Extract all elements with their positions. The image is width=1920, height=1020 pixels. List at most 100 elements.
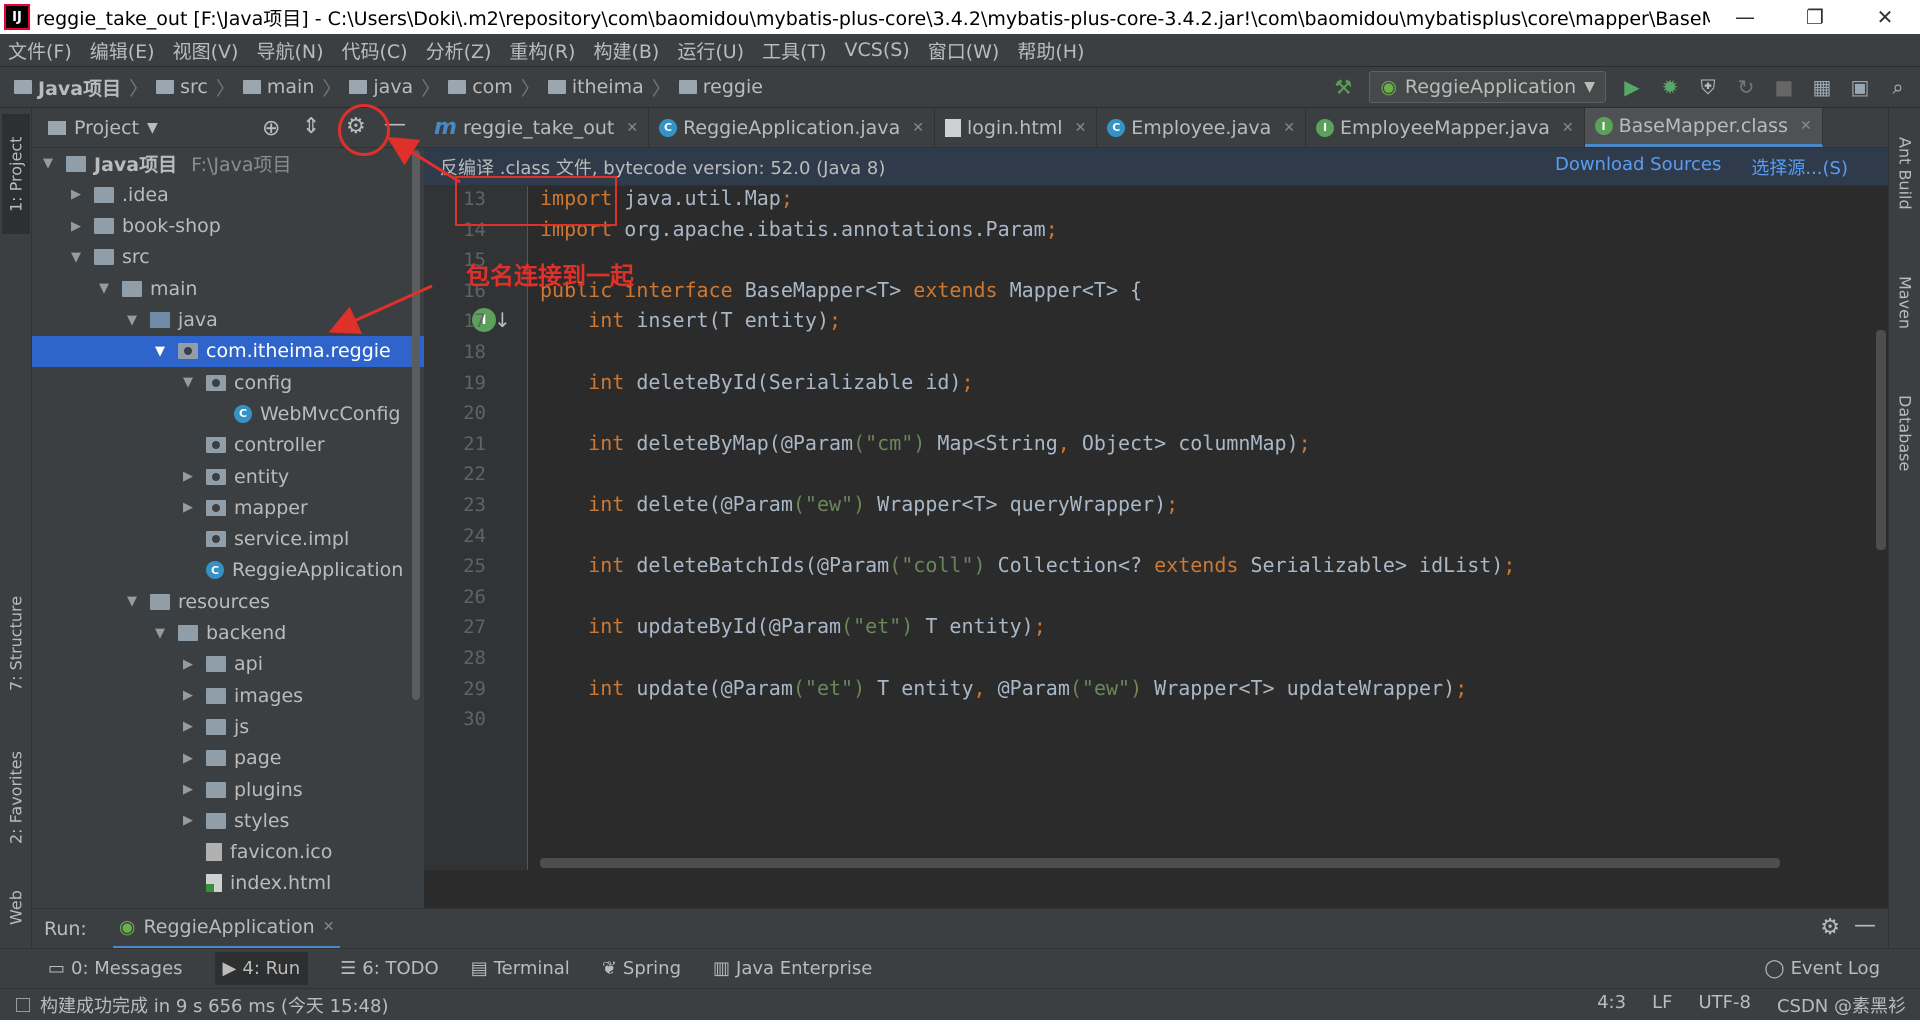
editor-tab[interactable]: I EmployeeMapper.java ✕	[1306, 108, 1585, 147]
breadcrumb-item[interactable]: src 〉	[156, 74, 243, 101]
menu-item[interactable]: 运行(U)	[677, 37, 744, 64]
choose-sources-link[interactable]: 选择源...(S)	[1751, 154, 1848, 180]
editor-vertical-scrollbar[interactable]	[1876, 330, 1886, 550]
run-icon[interactable]: ▶	[1620, 75, 1644, 99]
gear-icon[interactable]: ⚙	[1820, 915, 1840, 940]
close-icon[interactable]: ✕	[323, 919, 335, 935]
close-icon[interactable]: ✕	[1800, 118, 1812, 134]
tree-item[interactable]: ▼ src	[32, 242, 424, 273]
breadcrumb-item[interactable]: Java项目〉	[14, 74, 156, 101]
bottom-tool-tab[interactable]: ▭ 0: Messages	[48, 958, 183, 979]
expanded-arrow-icon[interactable]: ▼	[40, 156, 56, 171]
event-log-button[interactable]: ◯ Event Log	[1764, 958, 1880, 979]
editor-tab[interactable]: m reggie_take_out ✕	[424, 108, 650, 147]
line-separator[interactable]: LF	[1652, 992, 1672, 1018]
menu-item[interactable]: 构建(B)	[593, 37, 659, 64]
menu-item[interactable]: 重构(R)	[509, 37, 575, 64]
tree-item[interactable]: ▶ images	[32, 680, 424, 711]
collapsed-arrow-icon[interactable]: ▶	[180, 751, 196, 766]
coverage-icon[interactable]: ⛨	[1696, 75, 1720, 99]
close-icon[interactable]: ✕	[626, 120, 638, 136]
editor-tab[interactable]: login.html ✕	[935, 108, 1098, 147]
expanded-arrow-icon[interactable]: ▼	[68, 250, 84, 265]
tool-tab-project[interactable]: 1: Project	[2, 114, 30, 234]
editor-tab[interactable]: C Employee.java ✕	[1097, 108, 1306, 147]
menu-item[interactable]: 视图(V)	[173, 37, 239, 64]
tree-item[interactable]: service.impl	[32, 524, 424, 555]
collapsed-arrow-icon[interactable]: ▶	[180, 688, 196, 703]
run-configuration-select[interactable]: ◉ ReggieApplication ▼	[1369, 71, 1606, 103]
expanded-arrow-icon[interactable]: ▼	[152, 344, 168, 359]
collapsed-arrow-icon[interactable]: ▶	[180, 813, 196, 828]
locate-file-icon[interactable]: ⊕	[262, 116, 280, 141]
stop-icon[interactable]: ■	[1772, 75, 1796, 99]
collapsed-arrow-icon[interactable]: ▶	[180, 719, 196, 734]
close-icon[interactable]: ✕	[1075, 120, 1087, 136]
tree-item[interactable]: ▶ plugins	[32, 774, 424, 805]
collapsed-arrow-icon[interactable]: ▶	[180, 500, 196, 515]
collapsed-arrow-icon[interactable]: ▶	[68, 219, 84, 234]
tree-item[interactable]: ▼ backend	[32, 618, 424, 649]
expanded-arrow-icon[interactable]: ▼	[180, 375, 196, 390]
run-tab-reggie[interactable]: ◉ ReggieApplication ✕	[112, 909, 341, 949]
hide-panel-icon[interactable]: —	[1854, 913, 1876, 938]
tool-tab-maven[interactable]: Maven	[1891, 248, 1919, 358]
editor-horizontal-scrollbar[interactable]	[540, 858, 1780, 868]
menu-item[interactable]: 分析(Z)	[426, 37, 492, 64]
collapsed-arrow-icon[interactable]: ▶	[68, 187, 84, 202]
menu-item[interactable]: 帮助(H)	[1017, 37, 1084, 64]
expanded-arrow-icon[interactable]: ▼	[124, 594, 140, 609]
caret-position[interactable]: 4:3	[1597, 992, 1626, 1018]
tree-item[interactable]: C ReggieApplication	[32, 555, 424, 586]
tool-tab-web[interactable]: Web	[2, 878, 30, 938]
tool-tab-database[interactable]: Database	[1891, 368, 1919, 498]
menu-item[interactable]: 导航(N)	[256, 37, 323, 64]
tree-item[interactable]: ▶ api	[32, 649, 424, 680]
breadcrumb-item[interactable]: main 〉	[242, 74, 350, 101]
tree-item[interactable]: ▼ main	[32, 273, 424, 304]
bottom-tool-tab[interactable]: ▶ 4: Run	[214, 952, 309, 985]
menu-item[interactable]: 代码(C)	[341, 37, 407, 64]
project-structure-icon[interactable]: ▦	[1810, 75, 1834, 99]
expanded-arrow-icon[interactable]: ▼	[124, 313, 140, 328]
project-view-select[interactable]: Project ▼	[48, 117, 158, 139]
close-window-icon[interactable]: ✕	[1850, 5, 1920, 29]
menu-item[interactable]: 编辑(E)	[90, 37, 155, 64]
tree-item[interactable]: ▶ book-shop	[32, 211, 424, 242]
tool-tab-ant-build[interactable]: Ant Build	[1891, 118, 1919, 228]
menu-item[interactable]: 文件(F)	[8, 37, 72, 64]
collapsed-arrow-icon[interactable]: ▶	[180, 657, 196, 672]
tree-item[interactable]: controller	[32, 430, 424, 461]
close-icon[interactable]: ✕	[1283, 120, 1295, 136]
bottom-tool-tab[interactable]: ☰ 6: TODO	[340, 958, 439, 979]
debug-icon[interactable]: ✹	[1658, 75, 1682, 99]
search-icon[interactable]: ⌕	[1886, 75, 1910, 99]
breadcrumb-item[interactable]: itheima 〉	[547, 74, 679, 101]
tree-item[interactable]: C WebMvcConfig	[32, 398, 424, 429]
tree-item[interactable]: ▶ page	[32, 743, 424, 774]
tree-item[interactable]: favicon.ico	[32, 837, 424, 868]
tree-scrollbar[interactable]	[412, 150, 420, 700]
close-icon[interactable]: ✕	[1562, 120, 1574, 136]
download-sources-link[interactable]: Download Sources	[1555, 154, 1721, 180]
collapse-all-icon[interactable]: ⇕	[302, 114, 320, 139]
code-editor[interactable]: import java.util.Map; import org.apache.i…	[528, 186, 1888, 870]
breadcrumb-item[interactable]: com 〉	[448, 74, 548, 101]
tree-item[interactable]: ▶ js	[32, 711, 424, 742]
tree-item[interactable]: ▶ mapper	[32, 492, 424, 523]
bottom-tool-tab[interactable]: ▥ Java Enterprise	[713, 958, 872, 979]
tree-item[interactable]: ▼ config	[32, 367, 424, 398]
tree-item[interactable]: ▶ styles	[32, 805, 424, 836]
status-toggle-icon[interactable]	[16, 997, 30, 1012]
menu-item[interactable]: 工具(T)	[762, 37, 826, 64]
file-encoding[interactable]: UTF-8	[1698, 992, 1750, 1018]
build-hammer-icon[interactable]: ⚒	[1331, 75, 1355, 99]
expanded-arrow-icon[interactable]: ▼	[152, 626, 168, 641]
tree-item[interactable]: index.html	[32, 868, 424, 899]
bottom-tool-tab[interactable]: ▤ Terminal	[471, 958, 570, 979]
bottom-tool-tab[interactable]: ❦ Spring	[602, 958, 681, 979]
collapsed-arrow-icon[interactable]: ▶	[180, 782, 196, 797]
tree-item[interactable]: ▼ com.itheima.reggie	[32, 335, 424, 367]
expanded-arrow-icon[interactable]: ▼	[96, 281, 112, 296]
tool-tab-structure[interactable]: 7: Structure	[2, 578, 30, 708]
